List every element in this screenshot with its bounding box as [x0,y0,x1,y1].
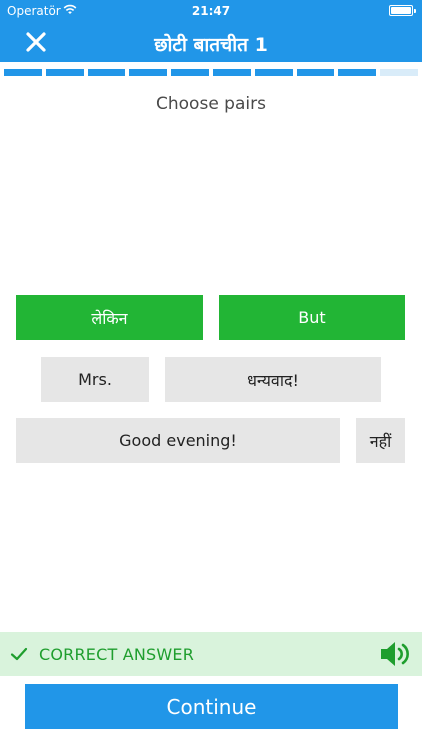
progress-segment [338,69,377,76]
instruction-text: Choose pairs [156,94,266,114]
pair-tile-hindi-nahin[interactable]: नहीं [356,418,405,463]
battery-icon [389,5,416,16]
clock: 21:47 [191,4,231,18]
progress-segment [171,69,209,76]
speaker-icon[interactable] [379,640,413,668]
pair-tile-english-mrs[interactable]: Mrs. [41,357,149,402]
progress-segment [296,69,335,76]
progress-segment [212,69,251,76]
progress-segment [4,69,42,76]
lesson-header: छोटी बातचीत 1 [0,22,422,62]
checkmark-icon [10,647,28,661]
pair-tile-hindi-dhanyavad[interactable]: धन्यवाद! [165,357,381,402]
progress-segment [129,69,168,76]
progress-segment [87,69,126,76]
progress-segment [254,69,293,76]
continue-button[interactable]: Continue [25,684,398,729]
pair-tile-english-good-evening[interactable]: Good evening! [16,418,340,463]
progress-segment [380,69,418,76]
status-bar: Operatör 21:47 [0,0,422,22]
feedback-banner: CORRECT ANSWER [0,632,422,676]
lesson-progress-bar [4,69,418,76]
feedback-text: CORRECT ANSWER [39,645,195,664]
progress-segment [45,69,84,76]
pair-tile-hindi-lekin[interactable]: लेकिन [16,295,203,340]
pair-tile-english-but[interactable]: But [219,295,405,340]
lesson-title: छोटी बातचीत 1 [154,34,268,56]
